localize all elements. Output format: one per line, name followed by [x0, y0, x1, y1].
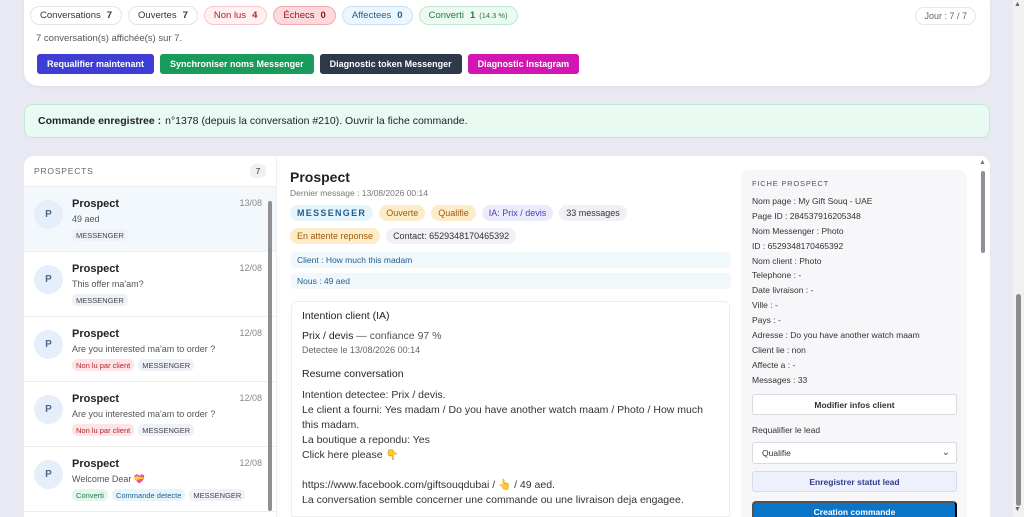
- chevron-down-icon: ⌄: [941, 447, 950, 458]
- summary-title: Resume conversation: [302, 368, 404, 380]
- summary-card: Conversations 7 Ouvertes 7 Non lus 4 Échecs…: [24, 0, 990, 86]
- avatar: P: [34, 200, 63, 229]
- field-city: Ville : -: [752, 300, 778, 311]
- save-lead-status-button[interactable]: Enregistrer statut lead: [752, 471, 957, 492]
- prospects-list: PROSPECTS 7 P Prospect 13/08 49 aed MESS…: [24, 156, 277, 517]
- prospect-sheet-title: FICHE PROSPECT: [752, 179, 830, 188]
- field-id: ID : 6529348170465392: [752, 240, 844, 251]
- stat-echecs[interactable]: Échecs 0: [273, 6, 336, 25]
- ai-intent-title: Intention client (IA): [302, 310, 390, 322]
- unread-tag: Non lu par client: [72, 359, 135, 371]
- last-message-time: Dernier message : 13/08/2026 00:14: [290, 188, 428, 198]
- field-client-name: Nom client : Photo: [752, 255, 822, 266]
- avatar: P: [34, 395, 63, 424]
- stat-ouvertes[interactable]: Ouvertes 7: [128, 6, 198, 25]
- channel-tag: MESSENGER: [72, 229, 128, 241]
- page-scrollbar-thumb[interactable]: [1016, 294, 1021, 506]
- ai-intent-box: Intention client (IA) Prix / devis — con…: [291, 301, 730, 517]
- stat-converti[interactable]: Converti 1 (14.3 %): [418, 6, 518, 25]
- our-message-line: Nous : 49 aed: [291, 273, 731, 289]
- order-saved-banner: Commande enregistree : n°1378 (depuis la…: [24, 104, 990, 138]
- page-scroll-up-icon[interactable]: ▲: [1014, 1, 1021, 8]
- sync-names-button[interactable]: Synchroniser noms Messenger: [160, 54, 314, 74]
- stats-bar: Conversations 7 Ouvertes 7 Non lus 4 Échecs…: [30, 6, 518, 25]
- field-page-name: Nom page : My Gift Souq - UAE: [752, 196, 873, 206]
- shown-count-text: 7 conversation(s) affichée(s) sur 7.: [36, 33, 183, 44]
- messages-count-badge: 33 messages: [559, 205, 627, 221]
- diagnostic-instagram-button[interactable]: Diagnostic Instagram: [467, 54, 580, 74]
- summary-text: Intention detectee: Prix / devis. Le cli…: [302, 389, 703, 506]
- field-country: Pays : -: [752, 315, 781, 326]
- list-item[interactable]: P Prospect 12/08 Are you interested ma'a…: [24, 382, 276, 447]
- order-detected-tag: Commande detecte: [111, 489, 186, 501]
- lead-status-select[interactable]: Qualifie ⌄: [752, 442, 957, 464]
- edit-client-button[interactable]: Modifier infos client: [752, 394, 957, 415]
- client-message-line: Client : How much this madam: [291, 252, 731, 268]
- channel-tag: MESSENGER: [189, 489, 246, 501]
- field-messages: Messages : 33: [752, 374, 808, 385]
- requalify-label: Requalifier le lead: [752, 425, 821, 435]
- channel-tag: MESSENGER: [138, 359, 195, 371]
- avatar: P: [34, 460, 63, 489]
- list-item[interactable]: P Prospect 12/08 Are you interested ma'a…: [24, 317, 276, 382]
- field-delivery-date: Date livraison : -: [752, 285, 814, 296]
- avatar: P: [34, 330, 63, 359]
- contact-badge: Contact: 6529348170465392: [386, 228, 517, 244]
- conversation-panel: PROSPECTS 7 P Prospect 13/08 49 aed MESS…: [24, 156, 990, 517]
- requalify-button[interactable]: Requalifier maintenant: [37, 54, 155, 74]
- detail-scrollbar[interactable]: [981, 171, 985, 253]
- field-address: Adresse : Do you have another watch maam: [752, 330, 920, 341]
- avatar: P: [34, 265, 63, 294]
- create-order-button[interactable]: Creation commande: [752, 501, 957, 517]
- prospects-header: PROSPECTS 7: [24, 156, 276, 187]
- status-badge: Ouverte: [379, 205, 426, 221]
- converted-tag: Converti: [72, 489, 108, 501]
- ai-intent-value: Prix / devis — confiance 97 %: [302, 330, 442, 342]
- diagnostic-messenger-button[interactable]: Diagnostic token Messenger: [319, 54, 462, 74]
- banner-link[interactable]: n°1378 (depuis la conversation #210). Ou…: [165, 115, 467, 127]
- prospect-sheet: FICHE PROSPECT Nom page : My Gift Souq -…: [741, 170, 967, 517]
- page-scroll-down-icon[interactable]: ▼: [1014, 506, 1021, 513]
- ia-intent-badge: IA: Prix / devis: [481, 205, 554, 221]
- day-indicator: Jour : 7 / 7: [915, 7, 976, 25]
- field-assigned-to: Affecte a : -: [752, 359, 796, 370]
- channel-tag: MESSENGER: [72, 294, 128, 306]
- field-messenger-name: Nom Messenger : Photo: [752, 225, 844, 236]
- prospect-fields: Nom page : My Gift Souq - UAE Page ID : …: [752, 194, 962, 388]
- ai-detected-time: Detectee le 13/08/2026 00:14: [302, 345, 421, 355]
- qualification-badge: Qualifie: [431, 205, 476, 221]
- conversation-detail: Prospect Dernier message : 13/08/2026 00…: [290, 156, 735, 517]
- field-page-id: Page ID : 284537916205348: [752, 210, 861, 221]
- list-item[interactable]: P Prospect 12/08 Welcome Dear 💝 Converti…: [24, 447, 276, 512]
- prospects-count-badge: 7: [250, 164, 266, 178]
- stat-affectees[interactable]: Affectees 0: [341, 6, 413, 25]
- list-scrollbar[interactable]: [268, 201, 272, 511]
- unread-tag: Non lu par client: [72, 424, 135, 436]
- field-phone: Telephone : -: [752, 270, 802, 281]
- list-item[interactable]: P Prospect 12/08 This offer ma'am? MESSE…: [24, 252, 276, 317]
- waiting-badge: En attente reponse: [290, 228, 381, 244]
- scroll-up-icon[interactable]: ▲: [979, 159, 986, 166]
- stat-non-lus[interactable]: Non lus 4: [203, 6, 268, 25]
- list-item[interactable]: P Prospect 13/08 49 aed MESSENGER: [24, 187, 276, 252]
- detail-title: Prospect: [290, 169, 350, 185]
- channel-badge: MESSENGER: [290, 205, 374, 221]
- field-linked-client: Client lie : non: [752, 344, 806, 355]
- stat-conversations[interactable]: Conversations 7: [30, 6, 123, 25]
- channel-tag: MESSENGER: [138, 424, 195, 436]
- action-buttons: Requalifier maintenant Synchroniser noms…: [37, 54, 580, 74]
